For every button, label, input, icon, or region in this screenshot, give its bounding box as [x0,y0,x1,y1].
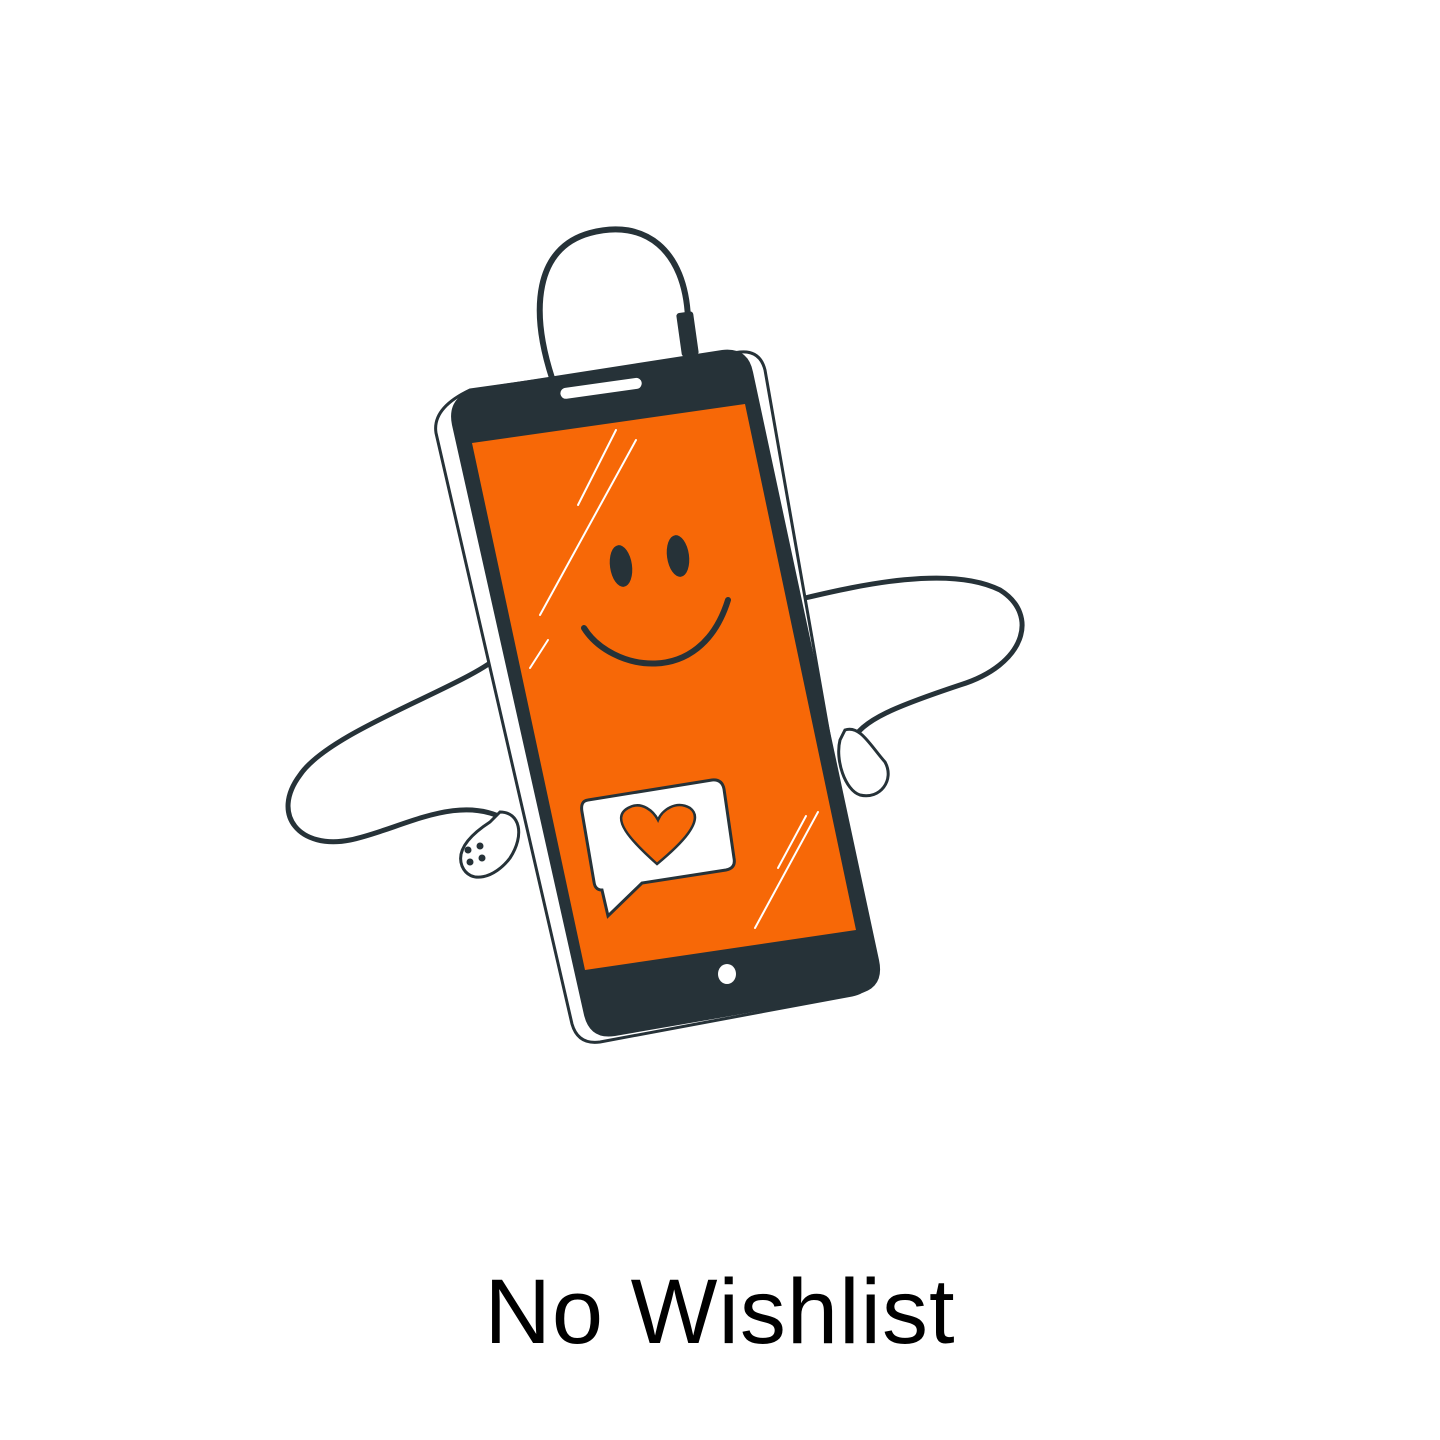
wishlist-empty-screen: No Wishlist [0,0,1440,1440]
earphone-cable-top [536,226,691,381]
earbud-left-icon [459,810,521,879]
phone-home-button [718,964,736,984]
empty-state-title: No Wishlist [484,1261,956,1363]
phone-screen [472,404,856,970]
empty-wishlist-illustration [285,226,1025,1044]
headphone-jack-plug [676,311,699,357]
earphone-cable-left [285,652,513,845]
earphone-cable-right [802,575,1025,745]
earbud-right-icon [837,727,890,798]
